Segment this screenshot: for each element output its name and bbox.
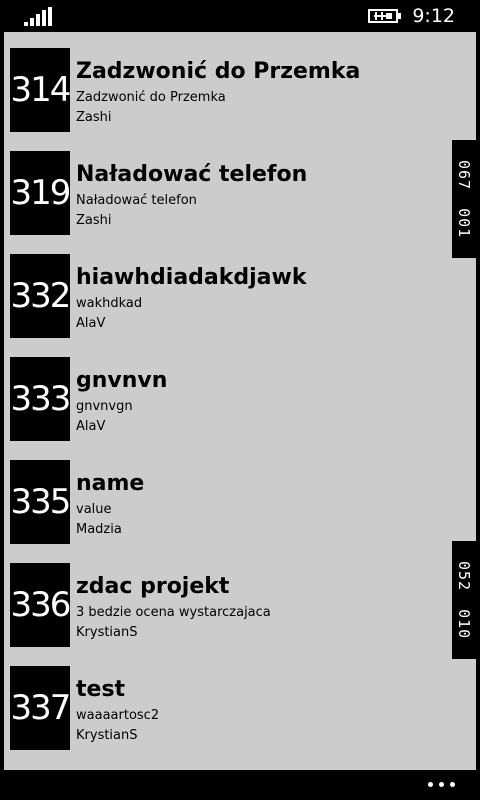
side-tab[interactable]: 067 001: [452, 140, 476, 258]
list-item[interactable]: 332 hiawhdiadakdjawk wakhdkad AlaV: [10, 238, 450, 338]
phone-screen: 9:12 314 Zadzwonić do Przemka Zadzwonić …: [0, 0, 480, 800]
task-author: KrystianS: [76, 728, 138, 743]
list-item[interactable]: 333 gnvnvn gnvnvgn AlaV: [10, 341, 450, 441]
task-id-tile: 335: [10, 460, 70, 544]
app-bar: [0, 770, 480, 800]
task-title: Zadzwonić do Przemka: [76, 59, 361, 84]
side-tab-label: 067 001: [455, 160, 473, 239]
task-title: hiawhdiadakdjawk: [76, 265, 307, 290]
task-title: gnvnvn: [76, 368, 168, 393]
task-id-tile: 337: [10, 666, 70, 750]
task-value: Zadzwonić do Przemka: [76, 90, 226, 105]
list-item[interactable]: 337 test waaaartosc2 KrystianS: [10, 650, 450, 750]
task-title: Naładować telefon: [76, 162, 308, 187]
status-bar: 9:12: [0, 0, 480, 32]
task-value: 3 bedzie ocena wystarczajaca: [76, 605, 271, 620]
task-list[interactable]: 314 Zadzwonić do Przemka Zadzwonić do Pr…: [4, 32, 476, 770]
list-item[interactable]: 335 name value Madzia: [10, 444, 450, 544]
task-author: Madzia: [76, 522, 122, 537]
task-author: AlaV: [76, 419, 106, 434]
task-value: Naładować telefon: [76, 193, 197, 208]
task-id-tile: 332: [10, 254, 70, 338]
clock: 9:12: [412, 5, 455, 27]
task-id-tile: 314: [10, 48, 70, 132]
task-title: test: [76, 677, 126, 702]
list-item[interactable]: 336 zdac projekt 3 bedzie ocena wystarcz…: [10, 547, 450, 647]
task-id-tile: 333: [10, 357, 70, 441]
task-title: zdac projekt: [76, 574, 230, 599]
task-author: Zashi: [76, 213, 112, 228]
task-value: gnvnvgn: [76, 399, 133, 414]
task-value: waaaartosc2: [76, 708, 160, 723]
list-item[interactable]: 319 Naładować telefon Naładować telefon …: [10, 135, 450, 235]
task-value: wakhdkad: [76, 296, 143, 311]
side-tab-label: 052 010: [455, 561, 473, 640]
more-options-button[interactable]: [428, 782, 456, 790]
task-id-tile: 336: [10, 563, 70, 647]
signal-strength-icon: [24, 7, 54, 26]
side-tab[interactable]: 052 010: [452, 541, 476, 659]
battery-charging-icon: [368, 9, 401, 23]
task-value: value: [76, 502, 112, 517]
ellipsis-icon: [428, 782, 433, 787]
task-author: Zashi: [76, 110, 112, 125]
list-item[interactable]: 314 Zadzwonić do Przemka Zadzwonić do Pr…: [10, 32, 450, 132]
task-title: name: [76, 471, 145, 496]
task-id-tile: 319: [10, 151, 70, 235]
task-author: AlaV: [76, 316, 106, 331]
task-author: KrystianS: [76, 625, 138, 640]
